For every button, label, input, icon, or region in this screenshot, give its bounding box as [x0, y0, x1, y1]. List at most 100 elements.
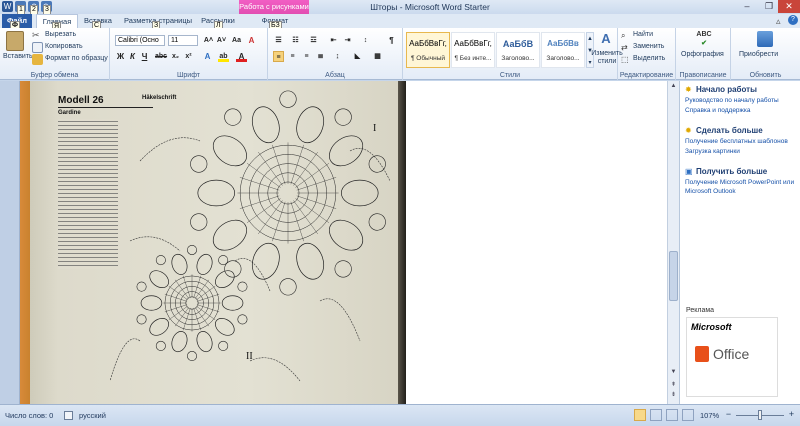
word-app-icon[interactable]: W — [2, 1, 13, 12]
prev-page-icon[interactable]: ⇞ — [669, 381, 678, 390]
strikethrough-icon[interactable]: abc — [155, 51, 167, 62]
group-upgrade-label: Обновить — [749, 72, 782, 79]
web-layout-view-icon[interactable] — [666, 409, 678, 421]
crochet-pattern-image[interactable]: Modell 26 Häkelschrift Gardine I II — [20, 81, 402, 404]
bullets-icon[interactable]: ☰ — [273, 35, 284, 46]
text-effects-icon[interactable]: A — [202, 51, 213, 62]
tab-file[interactable]: Файл Ф — [2, 14, 32, 31]
align-center-icon[interactable]: ≡ — [287, 51, 298, 62]
font-name-combo[interactable]: Calibri (Осно — [115, 35, 165, 46]
zoom-level[interactable]: 107% — [700, 411, 719, 420]
copy-icon[interactable] — [32, 42, 43, 53]
change-styles-icon[interactable]: A — [596, 31, 616, 47]
font-size-combo[interactable]: 11 — [168, 35, 198, 46]
scroll-up-icon[interactable]: ▲ — [669, 83, 678, 92]
highlight-icon[interactable]: ab — [218, 51, 229, 62]
tab-mailings[interactable]: Рассылки Л — [198, 14, 238, 31]
style-normal[interactable]: АаБбВвГг, ¶ Обычный — [406, 32, 450, 68]
scissors-icon[interactable]: ✂ — [32, 30, 43, 41]
help-support-link[interactable]: Справка и поддержка — [685, 107, 751, 114]
select-icon[interactable]: ⬚ — [621, 54, 632, 65]
font-color-icon[interactable]: A — [236, 51, 247, 62]
decrease-indent-icon[interactable]: ⇤ — [328, 35, 339, 46]
zoom-out-icon[interactable]: − — [724, 410, 733, 419]
vertical-scrollbar[interactable]: ▲ ▼ ⇞ ⇟ — [667, 81, 679, 404]
underline-icon[interactable]: Ч — [139, 51, 150, 62]
align-left-icon[interactable]: ≡ — [273, 51, 284, 62]
group-clipboard-label: Буфер обмена — [30, 72, 79, 79]
clipart-link[interactable]: Загрузка картинки — [685, 148, 740, 155]
grow-font-icon[interactable]: A˄ — [203, 35, 214, 46]
proofing-status-icon[interactable] — [64, 411, 73, 420]
find-button[interactable]: Найти — [633, 31, 653, 38]
purchase-button[interactable]: Приобрести — [739, 51, 778, 58]
get-outlook-link[interactable]: Microsoft Outlook — [685, 188, 736, 195]
justify-icon[interactable]: ≣ — [315, 51, 326, 62]
group-proofing-label: Правописание — [679, 72, 727, 79]
line-spacing-icon[interactable]: ↨ — [332, 51, 343, 62]
zoom-slider-thumb[interactable] — [758, 410, 762, 420]
next-page-icon[interactable]: ⇟ — [669, 391, 678, 400]
word-count[interactable]: Число слов: 0 — [5, 411, 53, 420]
style-no-spacing[interactable]: АаБбВвГг, ¶ Без инте... — [451, 32, 495, 68]
sort-icon[interactable]: ↕ — [360, 35, 371, 46]
borders-icon[interactable]: ▦ — [372, 51, 383, 62]
document-area[interactable]: Modell 26 Häkelschrift Gardine I II — [20, 81, 667, 404]
italic-icon[interactable]: К — [127, 51, 138, 62]
superscript-icon[interactable]: x² — [183, 51, 194, 62]
tab-home[interactable]: Главная Я — [36, 14, 78, 32]
tab-format[interactable]: Формат БЗ — [255, 14, 295, 31]
group-editing: ⌕ Найти ⇄ Заменить ⬚ Выделить Редактиров… — [618, 28, 676, 80]
help-icon[interactable]: ? — [788, 15, 798, 25]
scroll-thumb[interactable] — [669, 251, 678, 301]
print-layout-view-icon[interactable] — [634, 409, 646, 421]
style-heading-1-sample: АаБбВ — [502, 39, 534, 49]
minimize-icon[interactable]: – — [736, 0, 758, 13]
purchase-icon[interactable] — [757, 31, 773, 47]
close-icon[interactable]: ✕ — [778, 0, 800, 13]
shrink-font-icon[interactable]: A˅ — [216, 35, 227, 46]
bold-icon[interactable]: Ж — [115, 51, 126, 62]
get-powerpoint-link[interactable]: Получение Microsoft PowerPoint или — [685, 179, 794, 186]
group-upgrade: Приобрести Обновить — [731, 28, 800, 80]
change-case-icon[interactable]: Aa — [231, 35, 242, 46]
tab-insert[interactable]: Вставка С — [80, 14, 116, 31]
scan-dark-edge — [398, 81, 406, 404]
pilcrow-icon[interactable]: ¶ — [386, 35, 397, 46]
align-right-icon[interactable]: ≡ — [301, 51, 312, 62]
free-templates-link[interactable]: Получение бесплатных шаблонов — [685, 138, 788, 145]
maximize-icon[interactable]: ❐ — [758, 0, 780, 13]
style-heading-1[interactable]: АаБбВ Заголово... — [496, 32, 540, 68]
shading-icon[interactable]: ◣ — [352, 51, 363, 62]
getting-started-guide-link[interactable]: Руководство по началу работы — [685, 97, 779, 104]
spelling-icon[interactable]: ABC ✔ — [694, 30, 714, 48]
numbering-icon[interactable]: ☷ — [290, 35, 301, 46]
copy-button[interactable]: Копировать — [45, 43, 83, 50]
increase-indent-icon[interactable]: ⇥ — [342, 35, 353, 46]
draft-view-icon[interactable] — [682, 409, 694, 421]
cut-button[interactable]: Вырезать — [45, 31, 76, 38]
format-painter-button[interactable]: Формат по образцу — [45, 55, 108, 62]
spelling-button[interactable]: Орфография — [681, 51, 724, 58]
zoom-in-icon[interactable]: + — [787, 410, 796, 419]
select-button[interactable]: Выделить — [633, 55, 665, 62]
paste-icon[interactable] — [6, 31, 24, 51]
find-icon[interactable]: ⌕ — [621, 30, 632, 41]
ad-product: Office — [713, 346, 750, 362]
clear-format-icon[interactable]: A — [246, 35, 257, 46]
tab-page-layout[interactable]: Разметка страницы З — [120, 14, 196, 31]
replace-button[interactable]: Заменить — [633, 43, 664, 50]
ad-banner[interactable]: Microsoft Office — [686, 317, 778, 397]
format-painter-icon[interactable] — [32, 54, 43, 65]
minimize-ribbon-icon[interactable]: ▵ — [776, 16, 781, 27]
language-indicator[interactable]: русский — [79, 411, 106, 420]
style-heading-2[interactable]: АаБбВв Заголово... — [541, 32, 585, 68]
paste-button[interactable]: Вставить — [3, 53, 33, 60]
subscript-icon[interactable]: x₂ — [170, 51, 181, 62]
replace-icon[interactable]: ⇄ — [621, 42, 632, 53]
motif-connectors — [109, 137, 391, 382]
document-page[interactable]: Modell 26 Häkelschrift Gardine I II — [20, 81, 667, 404]
scroll-down-icon[interactable]: ▼ — [669, 369, 678, 378]
multilevel-list-icon[interactable]: ☲ — [308, 35, 319, 46]
full-screen-view-icon[interactable] — [650, 409, 662, 421]
